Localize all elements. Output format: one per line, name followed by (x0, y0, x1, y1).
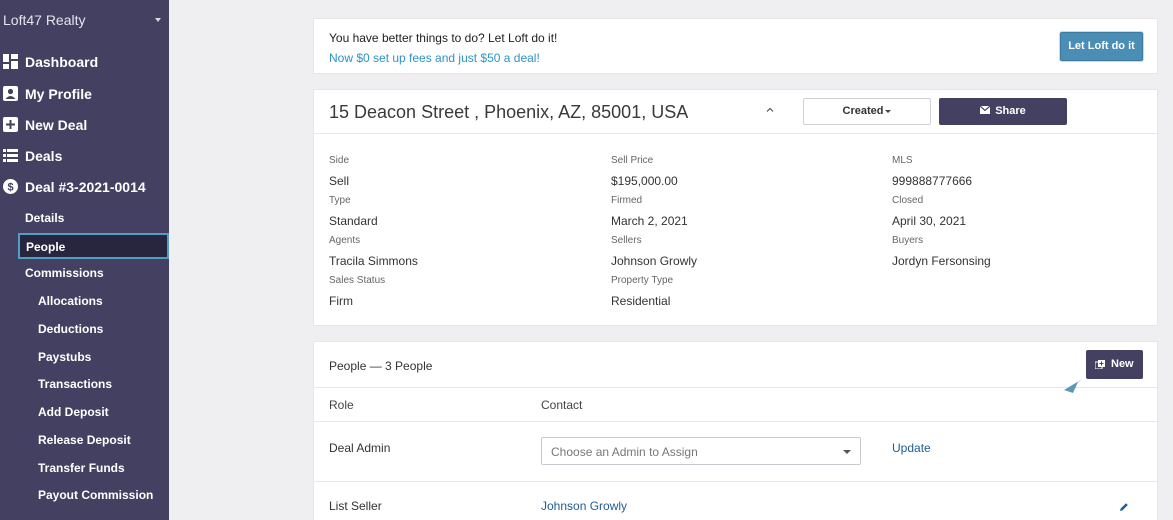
plus-square-icon (3, 117, 18, 132)
sidebar-item-label: Add Deposit (38, 405, 109, 419)
sidebar-item-release-deposit[interactable]: Release Deposit (0, 430, 169, 450)
row-divider (314, 481, 1159, 482)
sidebar-item-dashboard[interactable]: Dashboard (0, 52, 169, 72)
property-type-value: Residential (611, 294, 671, 308)
promo-subtitle: Now $0 set up fees and just $50 a deal! (329, 51, 540, 65)
sidebar-item-label: My Profile (25, 86, 92, 102)
share-button[interactable]: Share (939, 98, 1067, 125)
side-value: Sell (329, 174, 350, 188)
closed-value: April 30, 2021 (892, 214, 967, 228)
sidebar-item-label: Paystubs (38, 350, 92, 364)
sidebar-item-label: People (26, 240, 66, 254)
sellers-label: Sellers (611, 235, 642, 246)
sellers-value: Johnson Growly (611, 254, 698, 268)
role-column-header: Role (329, 398, 354, 412)
deal-address: 15 Deacon Street , Phoenix, AZ, 85001, U… (329, 102, 689, 122)
people-card: People — 3 People New Role Contact Deal … (313, 341, 1159, 520)
agents-value: Tracila Simmons (329, 254, 418, 268)
deal-summary-card: 15 Deacon Street , Phoenix, AZ, 85001, U… (313, 89, 1159, 326)
deal-admin-role: Deal Admin (329, 441, 391, 455)
sidebar-item-label: New Deal (25, 117, 88, 133)
sidebar-item-deductions[interactable]: Deductions (0, 319, 169, 339)
sales-status-value: Firm (329, 294, 353, 308)
new-button-label: New (1111, 358, 1134, 370)
buyers-value: Jordyn Fersonsing (892, 254, 991, 268)
firmed-label: Firmed (611, 195, 643, 206)
caret-down-icon (885, 109, 892, 113)
sidebar-item-details[interactable]: Details (0, 208, 169, 228)
sidebar-item-deals[interactable]: Deals (0, 146, 169, 166)
closed-label: Closed (892, 195, 924, 206)
sidebar-item-label: Transactions (38, 377, 113, 391)
chevron-down-icon (155, 18, 161, 22)
sidebar-item-current-deal[interactable]: $ Deal #3-2021-0014 (0, 177, 169, 197)
sidebar-item-label: Deals (25, 148, 63, 164)
add-copy-icon (1095, 360, 1105, 369)
brand-switcher[interactable]: Loft47 Realty (3, 12, 161, 30)
dollar-circle-icon: $ (3, 179, 18, 194)
firmed-value: March 2, 2021 (611, 214, 688, 228)
pencil-icon[interactable] (1119, 502, 1129, 512)
dashboard-icon (3, 54, 18, 69)
caret-down-icon (843, 450, 851, 454)
svg-text:$: $ (7, 182, 13, 194)
mls-label: MLS (892, 155, 913, 166)
brand-name: Loft47 Realty (3, 12, 86, 28)
profile-icon (3, 86, 18, 101)
people-header: People — 3 People New (314, 342, 1159, 388)
admin-select-placeholder: Choose an Admin to Assign (551, 445, 698, 459)
buyers-label: Buyers (892, 235, 924, 246)
sales-status-label: Sales Status (329, 275, 386, 286)
deal-header: 15 Deacon Street , Phoenix, AZ, 85001, U… (314, 90, 1159, 134)
new-person-button[interactable]: New (1086, 350, 1143, 379)
admin-select[interactable]: Choose an Admin to Assign (541, 437, 861, 465)
sidebar-item-label: Payout Commission (38, 488, 154, 502)
sidebar-item-paystubs[interactable]: Paystubs (0, 347, 169, 367)
sidebar-item-label: Transfer Funds (38, 461, 125, 475)
type-label: Type (329, 195, 351, 206)
sidebar-item-my-profile[interactable]: My Profile (0, 84, 169, 104)
sidebar-item-new-deal[interactable]: New Deal (0, 115, 169, 135)
contact-column-header: Contact (541, 398, 583, 412)
agents-label: Agents (329, 235, 361, 246)
list-seller-role: List Seller (329, 499, 382, 513)
sidebar: Loft47 Realty Dashboard My Profile New D… (0, 0, 169, 520)
sell-price-value: $195,000.00 (611, 174, 678, 188)
chevron-up-icon[interactable] (766, 106, 774, 114)
sidebar-item-payout-commission[interactable]: Payout Commission (0, 485, 169, 505)
update-link[interactable]: Update (892, 441, 931, 455)
sidebar-item-transactions[interactable]: Transactions (0, 374, 169, 394)
sidebar-item-commissions[interactable]: Commissions (0, 263, 169, 283)
people-title: People — 3 People (329, 359, 433, 373)
list-seller-contact-link[interactable]: Johnson Growly (541, 499, 627, 513)
sidebar-item-label: Deductions (38, 322, 104, 336)
promo-banner: You have better things to do? Let Loft d… (313, 18, 1158, 74)
promo-title: You have better things to do? Let Loft d… (329, 31, 558, 45)
sell-price-label: Sell Price (611, 155, 654, 166)
sidebar-item-label: Dashboard (25, 54, 99, 70)
sidebar-item-label: Allocations (38, 294, 103, 308)
sidebar-item-label: Commissions (25, 266, 104, 280)
sidebar-item-people[interactable]: People (18, 233, 169, 259)
mls-value: 999888777666 (892, 174, 973, 188)
envelope-icon (980, 106, 991, 115)
deal-status-label: Created (842, 105, 884, 117)
share-label: Share (995, 105, 1026, 117)
sidebar-item-label: Release Deposit (38, 433, 131, 447)
sidebar-item-transfer-funds[interactable]: Transfer Funds (0, 458, 169, 478)
side-label: Side (329, 155, 350, 166)
sidebar-item-label: Details (25, 211, 65, 225)
let-loft-do-it-button[interactable]: Let Loft do it (1060, 32, 1143, 61)
pointer-arrow-icon (1064, 378, 1084, 393)
sidebar-item-add-deposit[interactable]: Add Deposit (0, 402, 169, 422)
property-type-label: Property Type (611, 275, 674, 286)
sidebar-item-allocations[interactable]: Allocations (0, 291, 169, 311)
row-divider (314, 421, 1159, 422)
list-icon (3, 149, 18, 162)
type-value: Standard (329, 214, 378, 228)
sidebar-item-label: Deal #3-2021-0014 (25, 179, 146, 195)
deal-status-dropdown[interactable]: Created (803, 98, 931, 125)
